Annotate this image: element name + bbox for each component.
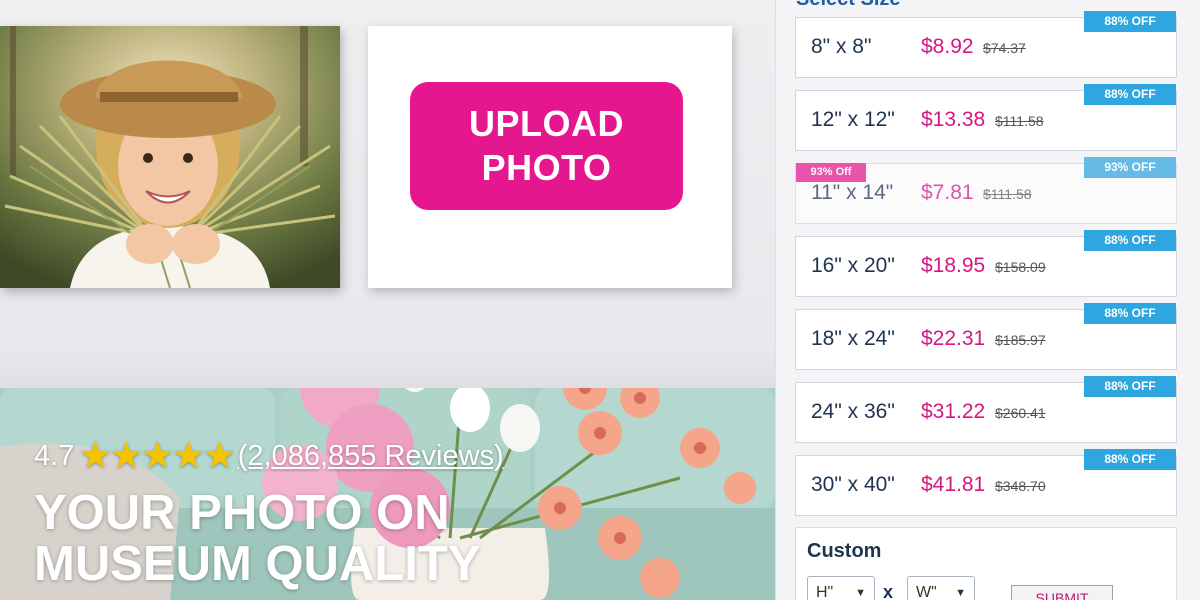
- size-option-18x24[interactable]: 88% OFF 18" x 24" $22.31 $185.97: [795, 303, 1177, 370]
- size-option-8x8[interactable]: 88% OFF 8" x 8" $8.92 $74.37: [795, 11, 1177, 78]
- size-label: 30" x 40": [811, 473, 895, 496]
- upload-label-line1: UPLOAD: [469, 103, 624, 144]
- star-icon: ★: [171, 435, 206, 477]
- sale-price: $31.22: [921, 400, 986, 423]
- discount-badge: 88% OFF: [1084, 11, 1176, 32]
- size-label: 11" x 14": [811, 181, 894, 204]
- original-price: $74.37: [983, 40, 1026, 56]
- size-option-11x14[interactable]: 93% Off 93% OFF 11" x 14" $7.81 $111.58: [795, 157, 1177, 224]
- star-icon: ★: [109, 435, 144, 477]
- wall-shadow: [0, 350, 775, 390]
- reviews-link[interactable]: (2,086,855 Reviews): [238, 440, 504, 473]
- size-option-16x20[interactable]: 88% OFF 16" x 20" $18.95 $158.09: [795, 230, 1177, 297]
- size-label: 8" x 8": [811, 35, 872, 58]
- hero-title-line2: MUSEUM QUALITY: [34, 537, 481, 591]
- custom-size-box: Custom H" ▼ x W" ▼ SUBMIT: [795, 527, 1177, 600]
- discount-badge: 93% OFF: [1084, 157, 1176, 178]
- discount-badge: 88% OFF: [1084, 303, 1176, 324]
- size-selection-panel: Select Size 88% OFF 8" x 8" $8.92 $74.37…: [775, 0, 1200, 600]
- girl-photo-illustration: [0, 26, 340, 288]
- rating-summary: 4.7 ★ ★ ★ ★ ★ (2,086,855 Reviews): [34, 437, 504, 475]
- times-symbol: x: [883, 582, 894, 600]
- star-icon: ★: [202, 435, 237, 477]
- promo-badge: 93% Off: [796, 163, 866, 182]
- sale-price: $13.38: [921, 108, 986, 131]
- discount-badge: 88% OFF: [1084, 230, 1176, 251]
- submit-custom-size-button[interactable]: SUBMIT: [1011, 585, 1113, 600]
- sale-price: $22.31: [921, 327, 986, 350]
- size-option-12x12[interactable]: 88% OFF 12" x 12" $13.38 $111.58: [795, 84, 1177, 151]
- rating-stars: ★ ★ ★ ★ ★: [78, 435, 236, 477]
- sale-price: $7.81: [921, 181, 974, 204]
- size-label: 12" x 12": [811, 108, 895, 131]
- sample-photo-canvas: [0, 26, 340, 288]
- original-price: $348.70: [995, 478, 1046, 494]
- sale-price: $41.81: [921, 473, 986, 496]
- chevron-down-icon: ▼: [855, 587, 866, 599]
- size-label: 18" x 24": [811, 327, 895, 350]
- sale-price: $18.95: [921, 254, 986, 277]
- panel-heading: Select Size: [796, 0, 901, 11]
- size-label: 16" x 20": [811, 254, 895, 277]
- star-icon: ★: [78, 435, 113, 477]
- size-option-30x40[interactable]: 88% OFF 30" x 40" $41.81 $348.70: [795, 449, 1177, 516]
- chevron-down-icon: ▼: [955, 587, 966, 599]
- original-price: $111.58: [983, 186, 1032, 202]
- original-price: $111.58: [995, 113, 1044, 129]
- upload-label-line2: PHOTO: [481, 147, 612, 188]
- height-select-value: H": [816, 584, 834, 600]
- discount-badge: 88% OFF: [1084, 84, 1176, 105]
- hero-scene: UPLOAD PHOTO 4.7 ★ ★ ★ ★ ★ (2,086,855 Re…: [0, 0, 775, 600]
- star-icon: ★: [140, 435, 175, 477]
- width-select[interactable]: W" ▼: [907, 576, 975, 600]
- custom-size-title: Custom: [807, 540, 882, 562]
- size-option-24x36[interactable]: 88% OFF 24" x 36" $31.22 $260.41: [795, 376, 1177, 443]
- hero-title: YOUR PHOTO ON MUSEUM QUALITY: [34, 488, 594, 590]
- hero-title-line1: YOUR PHOTO ON: [34, 486, 450, 540]
- rating-value: 4.7: [34, 439, 75, 472]
- original-price: $260.41: [995, 405, 1046, 421]
- discount-badge: 88% OFF: [1084, 449, 1176, 470]
- sale-price: $8.92: [921, 35, 974, 58]
- upload-photo-button[interactable]: UPLOAD PHOTO: [410, 82, 683, 210]
- original-price: $158.09: [995, 259, 1046, 275]
- original-price: $185.97: [995, 332, 1046, 348]
- size-label: 24" x 36": [811, 400, 895, 423]
- height-select[interactable]: H" ▼: [807, 576, 875, 600]
- discount-badge: 88% OFF: [1084, 376, 1176, 397]
- upload-canvas: UPLOAD PHOTO: [368, 26, 732, 288]
- width-select-value: W": [916, 584, 937, 600]
